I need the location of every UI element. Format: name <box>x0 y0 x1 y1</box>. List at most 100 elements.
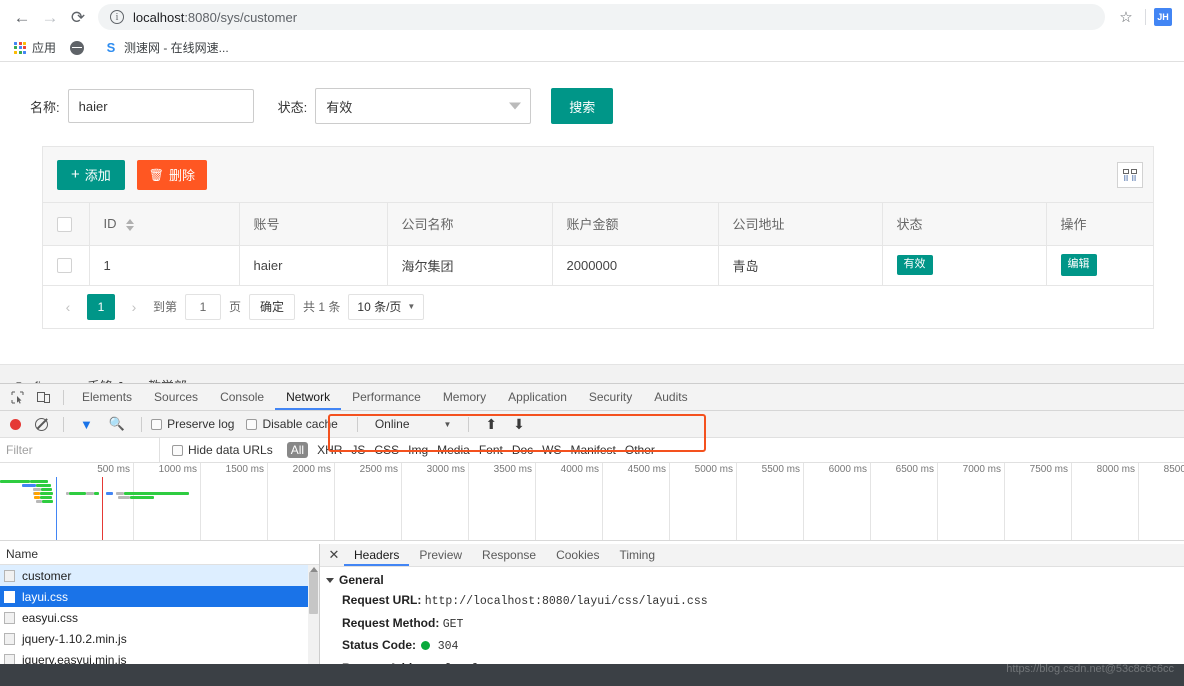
tick-label: 6500 ms <box>895 464 934 475</box>
add-button[interactable]: + 添加 <box>57 159 125 190</box>
filter-ws[interactable]: WS <box>542 443 561 457</box>
th-company-name: 公司名称 <box>387 203 553 246</box>
apps-grid-icon <box>14 41 26 54</box>
reload-icon[interactable]: ⟳ <box>64 3 92 31</box>
tab-security[interactable]: Security <box>578 384 643 410</box>
toolbar-divider-3 <box>356 416 358 432</box>
address-bar[interactable]: i localhost:8080/sys/customer <box>98 4 1105 30</box>
sort-icon[interactable] <box>126 218 135 231</box>
bookmark-speedtest[interactable]: S 测速网 - 在线网速... <box>98 37 235 59</box>
device-toolbar-icon[interactable] <box>30 385 56 409</box>
filter-js[interactable]: JS <box>351 443 365 457</box>
select-all-checkbox[interactable] <box>57 216 72 232</box>
tab-preview[interactable]: Preview <box>409 544 472 566</box>
general-section-header[interactable]: General <box>326 573 1184 587</box>
filter-media[interactable]: Media <box>437 443 470 457</box>
list-item[interactable]: customer <box>0 565 319 586</box>
close-icon[interactable]: ✕ <box>324 544 344 566</box>
hide-data-urls-toggle[interactable]: Hide data URLs <box>172 443 273 457</box>
toolbar-divider <box>1145 9 1146 25</box>
import-har-icon[interactable]: ⬆ <box>485 416 497 433</box>
column-toggle-icon[interactable] <box>1117 161 1143 188</box>
list-item[interactable]: jquery-1.10.2.min.js <box>0 628 319 649</box>
tick-label: 8000 ms <box>1096 464 1135 475</box>
tab-cookies[interactable]: Cookies <box>546 544 609 566</box>
name-label: 名称: <box>30 99 60 115</box>
bookmark-globe[interactable] <box>64 37 96 59</box>
general-section-label: General <box>339 573 384 587</box>
preserve-log-checkbox[interactable] <box>151 418 163 430</box>
tab-response[interactable]: Response <box>472 544 546 566</box>
tab-elements[interactable]: Elements <box>71 384 143 410</box>
clear-icon[interactable] <box>35 417 48 431</box>
filter-xhr[interactable]: XHR <box>317 443 342 457</box>
filter-font[interactable]: Font <box>479 443 503 457</box>
tick-label: 5000 ms <box>694 464 733 475</box>
tick-label: 1000 ms <box>158 464 197 475</box>
back-arrow-icon[interactable]: ← <box>8 3 36 31</box>
filter-img[interactable]: Img <box>408 443 428 457</box>
scrollbar-thumb[interactable] <box>309 572 318 614</box>
table-row[interactable]: 1 haier 海尔集团 2000000 青岛 有效 编辑 <box>43 245 1153 286</box>
disable-cache-toggle[interactable]: Disable cache <box>246 417 338 431</box>
filter-css[interactable]: CSS <box>374 443 399 457</box>
filter-doc[interactable]: Doc <box>512 443 533 457</box>
request-name: layui.css <box>22 589 69 604</box>
search-button[interactable]: 搜索 <box>551 88 614 124</box>
list-item[interactable]: easyui.css <box>0 607 319 628</box>
throttling-select[interactable]: Online ▼ <box>375 417 452 431</box>
list-item[interactable]: layui.css <box>0 586 319 607</box>
status-code-value: 304 <box>437 640 459 654</box>
forward-arrow-icon[interactable]: → <box>36 3 64 31</box>
goto-label: 到第 <box>153 300 178 314</box>
tab-headers[interactable]: Headers <box>344 544 409 566</box>
tab-network[interactable]: Network <box>275 384 341 410</box>
record-button-icon[interactable] <box>10 418 21 430</box>
disable-cache-checkbox[interactable] <box>246 418 258 430</box>
search-icon[interactable]: 🔍 <box>109 416 125 432</box>
speedtest-icon: S <box>106 39 116 55</box>
tab-memory[interactable]: Memory <box>432 384 497 410</box>
filter-input[interactable] <box>0 438 160 462</box>
funnel-icon[interactable]: ▼ <box>80 417 93 432</box>
site-info-icon[interactable]: i <box>110 10 124 24</box>
name-input[interactable] <box>67 89 254 123</box>
tab-sources[interactable]: Sources <box>143 384 209 410</box>
row-checkbox[interactable] <box>57 258 72 274</box>
bookmark-star-icon[interactable]: ☆ <box>1113 4 1139 30</box>
bookmarks-bar: 应用 S 测速网 - 在线网速... <box>0 34 1184 62</box>
filter-all[interactable]: All <box>286 442 309 458</box>
th-id[interactable]: ID <box>89 203 240 246</box>
tick-label: 7500 ms <box>1029 464 1068 475</box>
filter-other[interactable]: Other <box>625 443 655 457</box>
tabbar-divider <box>63 389 64 405</box>
cell-actions: 编辑 <box>1046 245 1153 286</box>
chevron-down-icon <box>326 577 334 583</box>
bookmark-apps[interactable]: 应用 <box>8 37 62 59</box>
preserve-log-toggle[interactable]: Preserve log <box>151 417 234 431</box>
status-select[interactable]: 有效 <box>315 88 532 124</box>
filter-manifest[interactable]: Manifest <box>571 443 616 457</box>
tab-performance[interactable]: Performance <box>341 384 432 410</box>
tab-timing[interactable]: Timing <box>609 544 665 566</box>
export-har-icon[interactable]: ⬇ <box>513 416 525 433</box>
tab-application[interactable]: Application <box>497 384 578 410</box>
page-content: 名称: 状态: 有效 搜索 + 添加 🗑 删除 <box>0 62 1184 406</box>
tab-console[interactable]: Console <box>209 384 275 410</box>
network-overview-timeline[interactable]: 500 ms 1000 ms 1500 ms 2000 ms 2500 ms 3… <box>0 463 1184 541</box>
delete-button-label: 删除 <box>169 168 196 183</box>
prev-page-icon[interactable]: ‹ <box>57 294 79 320</box>
page-size-select[interactable]: 10 条/页 ▼ <box>348 293 425 320</box>
delete-button[interactable]: 🗑 删除 <box>136 159 208 190</box>
goto-page-input[interactable] <box>185 293 222 320</box>
next-page-icon[interactable]: › <box>123 294 145 320</box>
confirm-page-button[interactable]: 确定 <box>249 293 296 320</box>
hide-data-urls-checkbox[interactable] <box>172 444 183 456</box>
avatar[interactable]: JH <box>1154 8 1172 26</box>
inspect-glyph <box>11 391 23 404</box>
tab-audits[interactable]: Audits <box>643 384 698 410</box>
edit-button[interactable]: 编辑 <box>1060 254 1097 276</box>
column-toggle-glyph <box>1123 168 1137 181</box>
page-number-1[interactable]: 1 <box>87 293 115 320</box>
inspect-element-icon[interactable] <box>4 385 30 409</box>
